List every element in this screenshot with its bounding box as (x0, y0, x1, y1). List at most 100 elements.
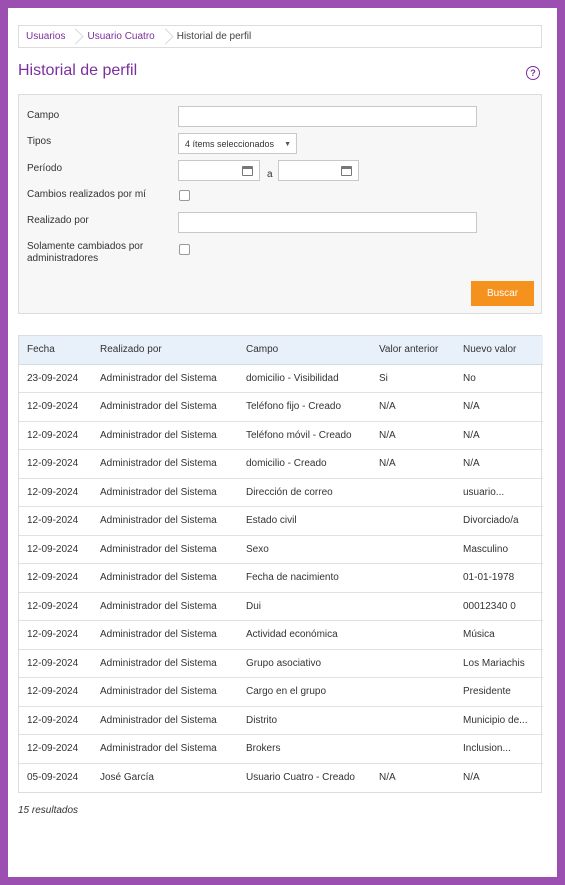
cambios-checkbox[interactable] (179, 190, 190, 201)
cell-fecha: 12-09-2024 (19, 677, 92, 707)
cell-realizado: Administrador del Sistema (92, 392, 238, 422)
cell-fecha: 23-09-2024 (19, 364, 92, 393)
table-row[interactable]: 12-09-2024 Administrador del Sistema Broke… (19, 734, 543, 764)
cell-fecha: 12-09-2024 (19, 506, 92, 536)
cell-valor-anterior: N/A (371, 392, 455, 422)
table-row[interactable]: 12-09-2024 Administrador del Sistema Dui 00… (19, 592, 543, 621)
table-row[interactable]: 12-09-2024 Administrador del Sistema Grupo… (19, 649, 543, 678)
breadcrumb-link-usuarios[interactable]: Usuarios (26, 31, 65, 42)
periodo-to-input[interactable] (278, 160, 359, 181)
page-container: Usuarios Usuario Cuatro Historial de per… (8, 8, 557, 877)
cell-realizado: Administrador del Sistema (92, 506, 238, 536)
cell-nuevo-valor: Presidente (455, 677, 543, 707)
cell-fecha: 12-09-2024 (19, 649, 92, 678)
breadcrumb-current: Historial de perfil (176, 31, 252, 42)
cell-campo: Sexo (238, 535, 371, 564)
cell-valor-anterior (371, 592, 455, 621)
table-row[interactable]: 12-09-2024 Administrador del Sistema Distr… (19, 706, 543, 735)
table-row[interactable]: 12-09-2024 Administrador del Sistema Teléf… (19, 421, 543, 450)
calendar-icon[interactable] (242, 166, 253, 176)
table-row[interactable]: 12-09-2024 Administrador del Sistema Cargo… (19, 677, 543, 707)
search-button[interactable]: Buscar (471, 281, 534, 306)
calendar-icon[interactable] (341, 166, 352, 176)
cell-campo: Distrito (238, 706, 371, 735)
cell-valor-anterior (371, 620, 455, 650)
table-row[interactable]: 12-09-2024 Administrador del Sistema Teléf… (19, 392, 543, 422)
cell-fecha: 12-09-2024 (19, 592, 92, 621)
cell-valor-anterior (371, 478, 455, 507)
breadcrumb: Usuarios Usuario Cuatro Historial de per… (18, 25, 542, 48)
filter-panel: Campo Tipos 4 ítems seleccionados ▼ Perí… (18, 94, 542, 314)
cambios-label: Cambios realizados por mí (27, 189, 146, 200)
table-row[interactable]: 12-09-2024 Administrador del Sistema Activ… (19, 620, 543, 650)
realizado-input[interactable] (178, 212, 477, 233)
cell-realizado: Administrador del Sistema (92, 364, 238, 393)
cell-fecha: 12-09-2024 (19, 449, 92, 479)
table-row[interactable]: 12-09-2024 Administrador del Sistema Direc… (19, 478, 543, 507)
breadcrumb-link-usuario[interactable]: Usuario Cuatro (87, 31, 154, 42)
cell-campo: Fecha de nacimiento (238, 563, 371, 593)
history-table: Fecha Realizado por Campo Valor anterior… (18, 335, 543, 793)
help-icon[interactable]: ? (526, 66, 540, 80)
cell-nuevo-valor: Masculino (455, 535, 543, 564)
cell-nuevo-valor: N/A (455, 449, 543, 479)
tipos-label: Tipos (27, 136, 52, 147)
column-header-nuevo-valor[interactable]: Nuevo valor (455, 336, 543, 365)
table-row[interactable]: 12-09-2024 Administrador del Sistema Estad… (19, 506, 543, 536)
cell-campo: domicilio - Creado (238, 449, 371, 479)
cell-realizado: José García (100, 772, 154, 783)
tipos-select[interactable]: 4 ítems seleccionados ▼ (178, 133, 297, 154)
cell-realizado: Administrador del Sistema (92, 706, 238, 735)
cell-fecha: 12-09-2024 (19, 734, 92, 764)
cell-realizado: Administrador del Sistema (92, 535, 238, 564)
cell-fecha: 12-09-2024 (19, 706, 92, 735)
column-header-campo[interactable]: Campo (238, 336, 371, 365)
cell-realizado: Administrador del Sistema (92, 620, 238, 650)
cell-nuevo-valor: 00012340 0 (455, 592, 543, 621)
periodo-range-separator: a (267, 169, 273, 180)
cell-realizado: Administrador del Sistema (92, 592, 238, 621)
cell-valor-anterior (371, 506, 455, 536)
cell-valor-anterior (371, 706, 455, 735)
campo-label: Campo (27, 110, 60, 121)
cell-fecha: 12-09-2024 (19, 421, 92, 450)
solamente-checkbox[interactable] (179, 244, 190, 255)
solamente-label: Solamente cambiados por administradores (27, 241, 144, 264)
cell-nuevo-valor: Municipio de... (455, 706, 543, 735)
cell-nuevo-valor: N/A (455, 421, 543, 450)
table-header-row: Fecha Realizado por Campo Valor anterior… (19, 336, 543, 365)
cell-nuevo-valor: N/A (455, 392, 543, 422)
cell-campo: Estado civil (238, 506, 371, 536)
table-row[interactable]: 12-09-2024 Administrador del Sistema Sexo M… (19, 535, 543, 564)
cell-realizado: Administrador del Sistema (92, 478, 238, 507)
column-header-fecha[interactable]: Fecha (19, 336, 92, 365)
cell-nuevo-valor: N/A (463, 772, 480, 783)
table-row[interactable]: 05-09-2024 José García Usuario Cuatro - Cr… (19, 763, 543, 792)
cell-valor-anterior (371, 563, 455, 593)
cell-nuevo-valor: Divorciado/a (455, 506, 543, 536)
breadcrumb-item-usuario[interactable]: Usuario Cuatro (87, 26, 154, 47)
column-header-valor-anterior[interactable]: Valor anterior (371, 336, 455, 365)
tipos-select-value: 4 ítems seleccionados (185, 138, 275, 149)
cell-fecha: 12-09-2024 (19, 563, 92, 593)
cell-fecha: 05-09-2024 (27, 772, 79, 783)
table-row[interactable]: 12-09-2024 Administrador del Sistema domic… (19, 449, 543, 479)
cell-campo: Dui (238, 592, 371, 621)
campo-input[interactable] (178, 106, 477, 127)
periodo-from-input[interactable] (178, 160, 260, 181)
cell-valor-anterior (371, 677, 455, 707)
table-body: 23-09-2024 Administrador del Sistema domic… (19, 364, 543, 792)
cell-campo: Teléfono fijo - Creado (238, 392, 371, 422)
cell-realizado: Administrador del Sistema (92, 734, 238, 764)
column-header-realizado[interactable]: Realizado por (92, 336, 238, 365)
cell-campo: Brokers (238, 734, 371, 764)
cell-campo: Actividad económica (238, 620, 371, 650)
breadcrumb-item-usuarios[interactable]: Usuarios (26, 26, 65, 47)
breadcrumb-separator (161, 26, 173, 47)
cell-campo: Teléfono móvil - Creado (238, 421, 371, 450)
cell-realizado: Administrador del Sistema (92, 563, 238, 593)
results-count: 15 resultados (18, 805, 79, 816)
cell-campo: Dirección de correo (238, 478, 371, 507)
table-row[interactable]: 12-09-2024 Administrador del Sistema Fecha… (19, 563, 543, 593)
table-row[interactable]: 23-09-2024 Administrador del Sistema domic… (19, 364, 543, 393)
